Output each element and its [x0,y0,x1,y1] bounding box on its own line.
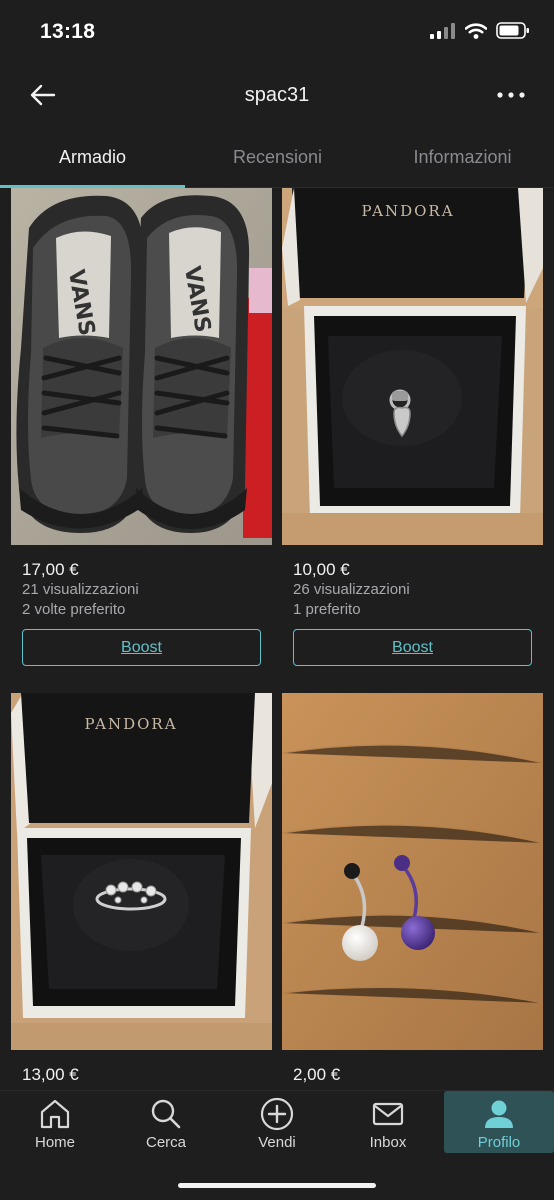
item-photo[interactable] [282,693,543,1050]
home-icon [40,1099,70,1129]
status-bar: 13:18 [0,0,554,64]
item-price: 10,00 € [293,560,350,579]
nav-home[interactable]: Home [0,1091,110,1153]
boost-button[interactable]: Boost [293,629,532,666]
item-views: 21 visualizzazioni [22,581,139,598]
item-price: 13,00 € [22,1065,79,1084]
search-icon [151,1099,181,1129]
profile-icon [485,1100,513,1128]
status-time: 13:18 [40,20,96,43]
nav-home-label: Home [34,1134,75,1151]
item-photo[interactable]: VANS VANS [11,188,272,545]
nav-inbox-label: Inbox [369,1134,407,1151]
app-header: spac31 [0,64,554,126]
nav-search[interactable]: Cerca [111,1091,221,1153]
boost-button[interactable]: Boost [22,629,261,666]
more-dots-icon [497,92,525,98]
profile-tabs: Armadio Recensioni Informazioni [0,126,554,188]
nav-search-label: Cerca [145,1134,186,1151]
battery-icon [496,22,529,39]
nav-inbox[interactable]: Inbox [333,1091,443,1153]
tab-armadio[interactable]: Armadio [0,126,185,188]
item-photo[interactable]: PANDORA [11,693,272,1050]
black-vans-sneakers-icon: VANS VANS [11,188,272,545]
belly-piercings-icon [282,693,543,1050]
wardrobe-grid: VANS VANS 17,00 € 21 visualizzazioni 2 v… [0,188,554,1090]
item-favorites: 2 volte preferito [22,601,126,618]
tab-recensioni[interactable]: Recensioni [185,126,370,188]
pandora-heart-charm-box-icon: PANDORA [282,188,543,545]
mail-icon [372,1102,404,1126]
nav-profile[interactable]: Profilo [444,1091,554,1153]
home-indicator [178,1183,376,1188]
more-options-button[interactable] [494,78,528,112]
plus-circle-icon [260,1097,294,1131]
wifi-icon [465,22,487,39]
page-title: spac31 [244,84,310,106]
item-favorites: 1 preferito [293,601,361,618]
nav-sell-label: Vendi [258,1134,296,1151]
brand-text: PANDORA [361,202,454,220]
tab-informazioni[interactable]: Informazioni [370,126,554,188]
nav-profile-label: Profilo [477,1134,521,1151]
pandora-ring-box-icon: PANDORA [11,693,272,1050]
item-views: 26 visualizzazioni [293,581,410,598]
item-photo[interactable]: PANDORA [282,188,543,545]
item-price: 17,00 € [22,560,79,579]
status-icons [430,22,530,39]
brand-text: PANDORA [84,715,177,733]
signal-icon [430,22,455,39]
nav-sell[interactable]: Vendi [222,1091,332,1153]
item-price: 2,00 € [293,1065,341,1084]
